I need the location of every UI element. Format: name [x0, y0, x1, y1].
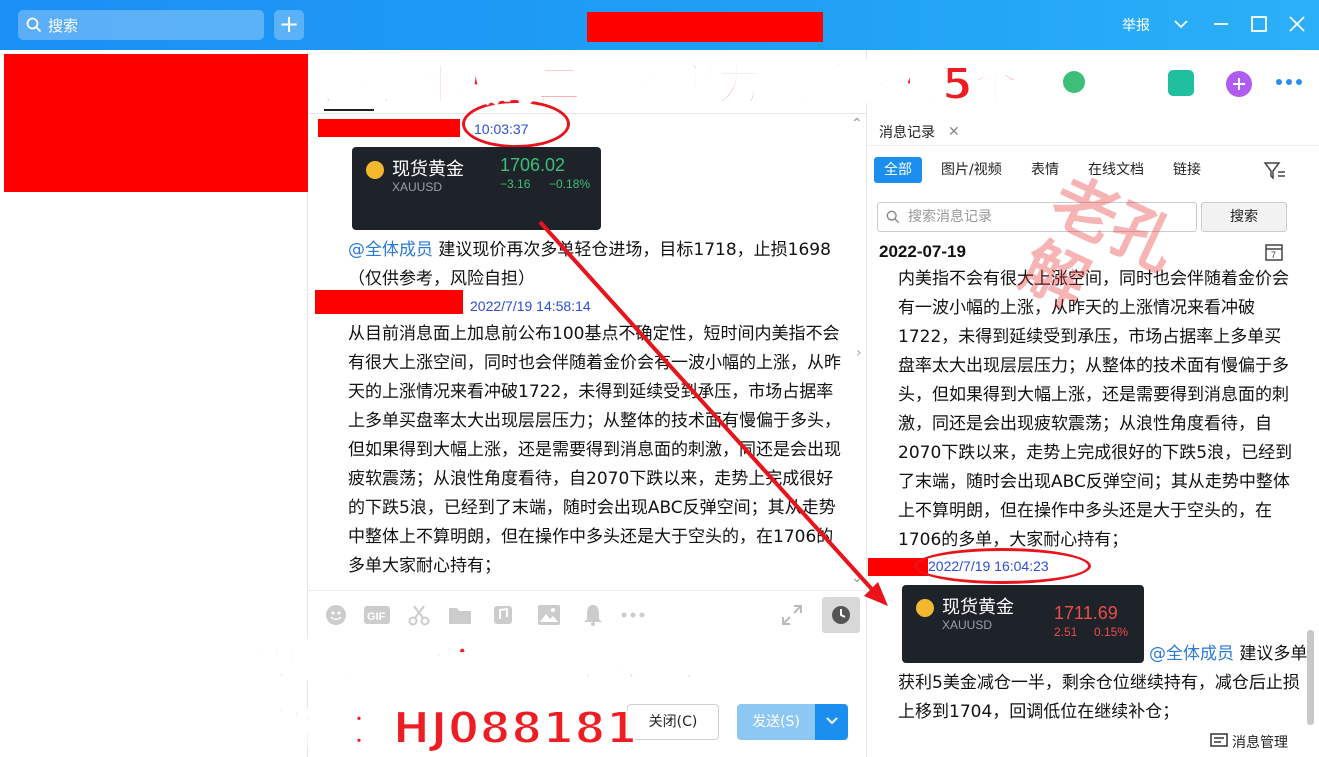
- history-button[interactable]: [822, 597, 860, 633]
- redacted-title: [587, 12, 823, 42]
- history-date-heading: 2022-07-19: [879, 242, 966, 261]
- image-icon[interactable]: [537, 604, 561, 626]
- message-manage-link[interactable]: 消息管理: [1232, 732, 1288, 752]
- quote-code: XAUUSD: [942, 618, 993, 632]
- maximize-icon[interactable]: [1248, 13, 1270, 35]
- promo-banner-top: 老孔团队周二群内实力喊单获利5个点: [311, 58, 1064, 111]
- quote-name: 现货黄金: [942, 597, 1014, 618]
- send-options-button[interactable]: [815, 704, 848, 740]
- message-text-2: 从目前消息面上加息前公布100基点不确定性，短时间内美指不会有很大上涨空间，同时…: [348, 324, 841, 576]
- clock-icon: [832, 606, 850, 624]
- history-message-head-text: 建议多单: [1234, 644, 1308, 664]
- filter-tab-media[interactable]: 图片/视频: [941, 157, 1002, 183]
- gold-coin-icon-1: [366, 161, 384, 179]
- quote-price-1: 1706.02: [500, 155, 566, 175]
- chevron-down-icon[interactable]: [1170, 13, 1192, 35]
- shield-icon[interactable]: [1060, 68, 1088, 100]
- message-text-1: @全体成员 建议现价再次多单轻仓进场，目标1718，止损1698（仅供参考，风险…: [348, 236, 838, 294]
- music-icon[interactable]: [492, 604, 514, 626]
- search-icon: [26, 17, 42, 33]
- quote-code-1: XAUUSD: [392, 180, 443, 194]
- global-search-box[interactable]: 搜索: [18, 10, 264, 40]
- more-tools-icon[interactable]: [620, 610, 646, 620]
- filter-icon[interactable]: [1263, 160, 1287, 182]
- filter-tab-all[interactable]: 全部: [874, 157, 922, 183]
- gif-icon[interactable]: GIF: [364, 606, 390, 624]
- scissors-icon[interactable]: [408, 604, 430, 626]
- send-button[interactable]: 发送(S): [737, 704, 815, 740]
- mention-all[interactable]: @全体成员: [1149, 644, 1234, 664]
- quote-change: 2.51: [1054, 625, 1078, 639]
- more-icon[interactable]: [1274, 74, 1304, 94]
- highlight-circle: [914, 548, 1091, 584]
- close-chat-button[interactable]: 关闭(C): [627, 704, 719, 740]
- message-time-2: 2022/7/19 14:58:14: [470, 298, 591, 314]
- history-scrollbar[interactable]: [1307, 630, 1314, 725]
- emoji-icon[interactable]: [325, 604, 347, 626]
- svg-text:GIF: GIF: [367, 611, 386, 623]
- history-message-body: 获利5美金减仓一半，剩余仓位继续持有，减仓后止损上移到1704，回调低位在继续补…: [898, 673, 1300, 722]
- svg-text:7: 7: [1271, 250, 1276, 260]
- search-placeholder: 搜索: [48, 16, 79, 35]
- minimize-icon[interactable]: [1210, 13, 1232, 35]
- quote-price: 1711.69: [1054, 603, 1118, 623]
- collapse-icon[interactable]: ⌃: [851, 116, 863, 132]
- redacted-sidebar: [4, 54, 308, 192]
- lesson-icon[interactable]: [1168, 70, 1194, 96]
- gold-coin-icon: [916, 599, 934, 617]
- expand-icon[interactable]: [781, 604, 803, 626]
- calendar-icon[interactable]: 7: [1264, 242, 1284, 262]
- filter-tab-emoji[interactable]: 表情: [1031, 157, 1059, 183]
- history-search-input[interactable]: 搜索消息记录: [877, 202, 1197, 232]
- mention-all-1[interactable]: @全体成员: [348, 240, 433, 260]
- gold-quote-card-1[interactable]: 现货黄金 XAUUSD 1706.02 −3.16 −0.18%: [352, 147, 601, 230]
- filter-tab-links[interactable]: 链接: [1173, 157, 1201, 183]
- quote-change-1: −3.16: [500, 177, 531, 191]
- promo-banner-bottom-2: 官微：HJ088181: [257, 702, 638, 755]
- redacted-sender-2: [315, 290, 463, 314]
- message-manage-icon[interactable]: [1210, 732, 1228, 750]
- quote-name-1: 现货黄金: [392, 159, 464, 180]
- app-window: 搜索 + 举报 消息记录 ✕ 全部 图片/视频 表情 在线文档 链接 搜索消息记…: [0, 0, 1319, 757]
- expand-down-icon[interactable]: ⌄: [851, 570, 863, 586]
- panel-toggle-icon[interactable]: ›: [856, 345, 862, 361]
- history-message-text: 内美指不会有很大上涨空间，同时也会伴随着金价会有一波小幅的上涨，从昨天的上涨情况…: [898, 269, 1293, 550]
- history-search-icon: [886, 210, 900, 224]
- filter-tab-docs[interactable]: 在线文档: [1088, 157, 1144, 183]
- add-button[interactable]: +: [274, 10, 304, 40]
- report-link[interactable]: 举报: [1122, 15, 1150, 35]
- redacted-sender-1: [318, 119, 460, 137]
- chevron-down-icon: [825, 717, 838, 725]
- folder-icon[interactable]: [448, 605, 472, 625]
- promo-banner-bottom-1: 免费进群体验添加老孔: [254, 634, 705, 687]
- gold-quote-card[interactable]: 现货黄金 XAUUSD 1711.69 2.51 0.15%: [902, 585, 1144, 663]
- close-icon[interactable]: [1286, 13, 1308, 35]
- quote-change-pct-1: −0.18%: [549, 177, 591, 191]
- history-search-button[interactable]: 搜索: [1201, 202, 1287, 232]
- quote-change-pct: 0.15%: [1094, 625, 1129, 639]
- add-app-icon[interactable]: [1225, 70, 1253, 102]
- history-tab-close-icon[interactable]: ✕: [948, 124, 960, 140]
- history-tab-title[interactable]: 消息记录: [879, 122, 935, 142]
- history-message-head: @全体成员 建议多单: [1149, 640, 1309, 669]
